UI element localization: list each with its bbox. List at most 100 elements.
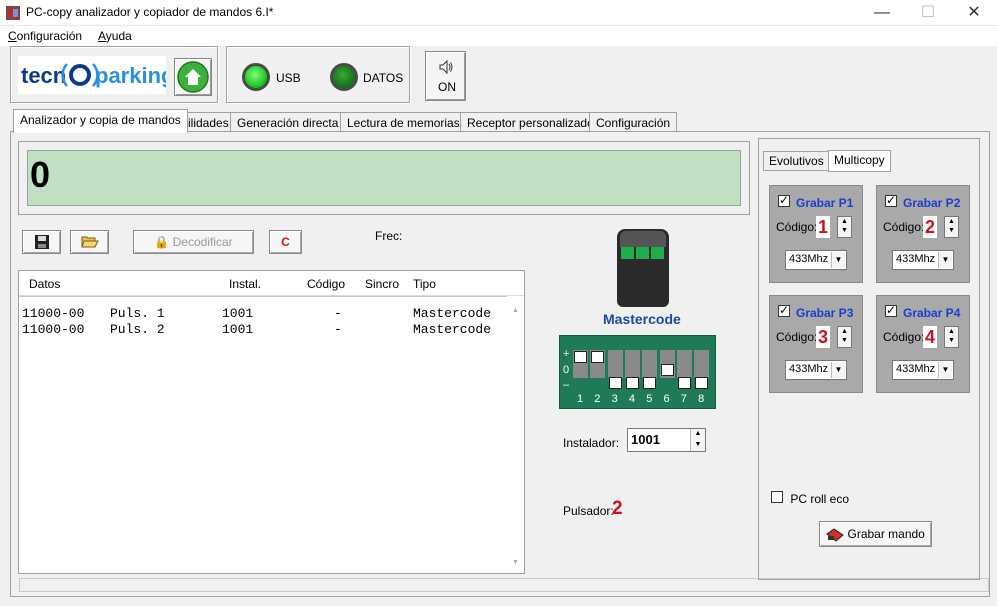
pc-roll-eco-label: PC roll eco bbox=[790, 492, 850, 506]
sound-label: ON bbox=[438, 80, 456, 94]
column-codigo[interactable]: Código bbox=[307, 277, 345, 291]
dip-switch-knob bbox=[677, 377, 691, 389]
pulsador-value: 2 bbox=[612, 498, 623, 519]
grabar-p1-group: Grabar P1Código:1▲▼433Mhz▼ bbox=[769, 185, 863, 283]
grabar-p1-checkbox[interactable]: Grabar P1 bbox=[778, 193, 854, 210]
menu-ayuda[interactable]: Ayuda bbox=[98, 29, 132, 43]
grabar-p2-frequency-select[interactable]: 433Mhz ▼ bbox=[892, 250, 954, 270]
home-button[interactable] bbox=[174, 58, 212, 96]
menu-configuracion[interactable]: Configuración bbox=[8, 29, 82, 43]
chevron-down-icon[interactable]: ▼ bbox=[938, 252, 952, 268]
dip-sign-minus: – bbox=[563, 379, 570, 391]
grabar-p3-checkbox[interactable]: Grabar P3 bbox=[778, 303, 853, 320]
remote-button-2 bbox=[636, 247, 649, 259]
spin-down-icon[interactable]: ▼ bbox=[945, 226, 958, 235]
grabar-p4-code-spinner[interactable]: ▲ ▼ bbox=[944, 326, 959, 348]
usb-label: USB bbox=[276, 71, 301, 85]
grabar-p1-frequency-select[interactable]: 433Mhz ▼ bbox=[785, 250, 847, 270]
open-button[interactable] bbox=[70, 230, 109, 254]
pc-roll-eco-checkbox[interactable]: PC roll eco bbox=[771, 491, 849, 506]
checkbox-check-icon[interactable] bbox=[778, 303, 790, 317]
tab-generacion-directa[interactable]: Generación directa bbox=[230, 112, 346, 132]
installer-spin-buttons[interactable]: ▲ ▼ bbox=[690, 429, 705, 451]
row1-datos: 11000-00 bbox=[22, 306, 85, 321]
spin-up-icon[interactable]: ▲ bbox=[838, 327, 851, 336]
checkbox-check-icon[interactable] bbox=[778, 193, 790, 207]
grabar-p4-code-box[interactable]: 4 bbox=[923, 326, 937, 348]
grabar-p2-code-spinner[interactable]: ▲ ▼ bbox=[944, 216, 959, 238]
maximize-button[interactable]: ☐ bbox=[905, 0, 951, 26]
minimize-button[interactable]: — bbox=[859, 0, 905, 26]
spin-up-icon[interactable]: ▲ bbox=[838, 217, 851, 226]
grabar-p4-checkbox[interactable]: Grabar P4 bbox=[885, 303, 960, 320]
spin-up-icon[interactable]: ▲ bbox=[945, 217, 958, 226]
dip-switch-number: 1 bbox=[577, 393, 584, 405]
grabar-p1-title: Grabar P1 bbox=[796, 196, 854, 210]
spin-down-icon[interactable]: ▼ bbox=[945, 336, 958, 345]
column-sincro[interactable]: Sincro bbox=[365, 277, 399, 291]
column-datos[interactable]: Datos bbox=[29, 277, 60, 291]
pc-roll-eco-check-icon[interactable] bbox=[771, 491, 783, 503]
grabar-p3-code-box[interactable]: 3 bbox=[816, 326, 830, 348]
column-instal[interactable]: Instal. bbox=[229, 277, 261, 291]
installer-spinner[interactable]: 1001 ▲ ▼ bbox=[627, 428, 706, 452]
subtab-evolutivos[interactable]: Evolutivos bbox=[763, 151, 830, 171]
clear-button[interactable]: C bbox=[269, 230, 302, 254]
chevron-down-icon[interactable]: ▼ bbox=[831, 252, 845, 268]
subtab-multicopy[interactable]: Multicopy bbox=[828, 150, 891, 172]
spin-down-icon[interactable]: ▼ bbox=[838, 336, 851, 345]
chevron-down-icon[interactable]: ▼ bbox=[831, 362, 845, 378]
tab-analizador[interactable]: Analizador y copia de mandos bbox=[13, 109, 188, 133]
grabar-p2-code-box[interactable]: 2 bbox=[923, 216, 937, 238]
grabar-p1-code-box[interactable]: 1 bbox=[816, 216, 830, 238]
grabar-p2-group: Grabar P2Código:2▲▼433Mhz▼ bbox=[876, 185, 970, 283]
close-button[interactable]: ✕ bbox=[951, 0, 997, 26]
chevron-down-icon[interactable]: ▼ bbox=[938, 362, 952, 378]
list-vertical-scrollbar[interactable]: ▲ ▼ bbox=[507, 300, 524, 573]
sound-toggle-button[interactable]: ON bbox=[425, 51, 466, 101]
save-button[interactable] bbox=[22, 230, 61, 254]
scroll-up-icon[interactable]: ▲ bbox=[507, 306, 524, 315]
spin-down-icon[interactable]: ▼ bbox=[691, 440, 705, 449]
grabar-p2-code: 2 bbox=[924, 217, 935, 237]
usb-led-icon bbox=[242, 63, 270, 91]
grabar-p3-code: 3 bbox=[817, 327, 828, 347]
tab-configuracion[interactable]: Configuración bbox=[589, 112, 678, 132]
dip-switch-5 bbox=[642, 350, 658, 389]
horizontal-scrollbar[interactable] bbox=[19, 578, 989, 592]
grabar-p1-code-spinner[interactable]: ▲ ▼ bbox=[837, 216, 852, 238]
dip-switch-knob bbox=[574, 351, 587, 363]
grabar-p2-checkbox[interactable]: Grabar P2 bbox=[885, 193, 960, 210]
tecnoparking-logo: tecn parking bbox=[18, 56, 174, 94]
folder-open-icon bbox=[80, 236, 99, 248]
grabar-p3-code-spinner[interactable]: ▲ ▼ bbox=[837, 326, 852, 348]
remote-write-icon bbox=[826, 528, 844, 542]
menu-configuracion-mnemonic: C bbox=[8, 29, 17, 43]
tab-lectura-memorias[interactable]: Lectura de memorias bbox=[340, 112, 467, 132]
dip-switch-knob bbox=[625, 377, 639, 389]
grabar-p3-code-label: Código: bbox=[776, 330, 818, 344]
spin-up-icon[interactable]: ▲ bbox=[691, 429, 705, 438]
menu-configuracion-label: onfiguración bbox=[16, 29, 83, 43]
spin-up-icon[interactable]: ▲ bbox=[945, 327, 958, 336]
grabar-mando-button[interactable]: Grabar mando bbox=[819, 521, 932, 547]
grabar-p4-frequency-select[interactable]: 433Mhz ▼ bbox=[892, 360, 954, 380]
dip-switch-number: 4 bbox=[628, 393, 636, 405]
dip-sign-zero: 0 bbox=[563, 364, 570, 376]
grabar-p3-frequency-select[interactable]: 433Mhz ▼ bbox=[785, 360, 847, 380]
remote-name: Mastercode bbox=[603, 311, 681, 327]
frec-label: Frec: bbox=[375, 229, 403, 243]
spin-down-icon[interactable]: ▼ bbox=[838, 226, 851, 235]
tab-receptor-personalizado[interactable]: Receptor personalizado bbox=[460, 112, 601, 132]
scroll-down-icon[interactable]: ▼ bbox=[507, 558, 524, 567]
menu-ayuda-mnemonic: A bbox=[98, 29, 106, 43]
grabar-p1-code-label: Código: bbox=[776, 220, 818, 234]
column-tipo[interactable]: Tipo bbox=[413, 277, 436, 291]
row2-tipo: Mastercode bbox=[413, 322, 492, 337]
checkbox-check-icon[interactable] bbox=[885, 193, 897, 207]
row1-puls: Puls. 1 bbox=[110, 306, 165, 321]
decode-button[interactable]: 🔒 Decodificar bbox=[133, 230, 254, 254]
installer-value[interactable]: 1001 bbox=[631, 432, 660, 447]
checkbox-check-icon[interactable] bbox=[885, 303, 897, 317]
grabar-p1-code: 1 bbox=[817, 217, 828, 237]
